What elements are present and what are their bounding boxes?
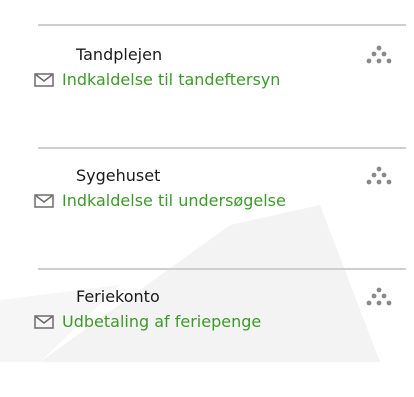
dots-menu-icon[interactable] xyxy=(366,43,392,69)
dots-menu-icon[interactable] xyxy=(366,164,392,190)
envelope-icon xyxy=(34,194,54,208)
sender-name: Sygehuset xyxy=(76,166,161,185)
sender-name: Feriekonto xyxy=(76,287,160,306)
divider xyxy=(38,147,406,149)
message-item[interactable]: Tandplejen Indkaldelse til tandeftersyn xyxy=(0,45,414,155)
subject-row[interactable]: Indkaldelse til tandeftersyn xyxy=(34,69,280,91)
dots-menu-icon[interactable] xyxy=(366,285,392,311)
subject-row[interactable]: Udbetaling af feriepenge xyxy=(34,311,261,333)
message-item[interactable]: Feriekonto Udbetaling af feriepenge xyxy=(0,287,414,397)
message-list: Tandplejen Indkaldelse til tandeftersyn … xyxy=(0,0,414,362)
subject-row[interactable]: Indkaldelse til undersøgelse xyxy=(34,190,286,212)
envelope-icon xyxy=(34,315,54,329)
divider xyxy=(38,268,406,270)
sender-name: Tandplejen xyxy=(76,45,163,64)
divider xyxy=(38,24,406,26)
envelope-icon xyxy=(34,73,54,87)
message-item[interactable]: Sygehuset Indkaldelse til undersøgelse xyxy=(0,166,414,276)
subject-link[interactable]: Udbetaling af feriepenge xyxy=(62,312,261,332)
subject-link[interactable]: Indkaldelse til undersøgelse xyxy=(62,191,286,211)
subject-link[interactable]: Indkaldelse til tandeftersyn xyxy=(62,70,280,90)
